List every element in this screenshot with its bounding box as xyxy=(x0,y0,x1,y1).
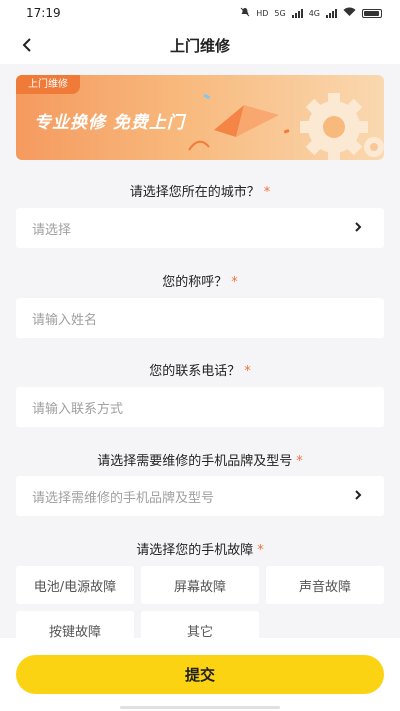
phone-placeholder: 请输入联系方式 xyxy=(32,401,124,417)
name-label: 您的称呼？ * xyxy=(162,275,238,290)
fault-option-keys[interactable]: 按键故障 xyxy=(16,611,134,638)
model-label: 请选择需要维修的手机品牌及型号 * xyxy=(97,454,303,469)
status-icons: HD 5G 4G xyxy=(240,7,382,19)
banner-tag: 上门维修 xyxy=(16,75,80,94)
nav-bar: 上门维修 xyxy=(0,26,400,64)
status-time: 17:19 xyxy=(26,6,61,20)
city-label: 请选择您所在的城市？ * xyxy=(129,185,271,200)
home-indicator[interactable] xyxy=(120,706,280,709)
required-mark: * xyxy=(296,454,303,469)
status-bar: 17:19 HD 5G 4G xyxy=(0,0,400,26)
name-placeholder: 请输入姓名 xyxy=(32,312,98,328)
signal-icon xyxy=(291,8,303,18)
chevron-right-icon xyxy=(355,490,362,500)
chevron-left-icon xyxy=(22,38,31,52)
fault-label: 请选择您的手机故障 * xyxy=(136,543,264,558)
fault-option-other[interactable]: 其它 xyxy=(141,611,259,638)
4g-indicator: 4G xyxy=(308,8,320,18)
name-input[interactable]: 请输入姓名 xyxy=(16,298,384,338)
mute-icon xyxy=(240,7,250,19)
bottom-bar: 提交 xyxy=(0,638,400,711)
model-placeholder: 请选择需维修的手机品牌及型号 xyxy=(32,490,215,506)
promo-banner: 上门维修 专业换修 免费上门 xyxy=(16,75,384,160)
required-mark: * xyxy=(231,275,238,290)
city-placeholder: 请选择 xyxy=(32,222,72,238)
fault-option-sound[interactable]: 声音故障 xyxy=(266,566,384,604)
wifi-icon xyxy=(343,7,356,19)
fault-option-battery[interactable]: 电池/电源故障 xyxy=(16,566,134,604)
required-mark: * xyxy=(257,543,264,558)
required-mark: * xyxy=(244,364,251,379)
back-button[interactable] xyxy=(14,32,40,58)
phone-label: 您的联系电话？ * xyxy=(149,364,251,379)
signal-icon-2 xyxy=(326,8,337,18)
5g-indicator: 5G xyxy=(274,8,286,18)
banner-slogan: 专业换修 免费上门 xyxy=(34,113,185,133)
hd-indicator: HD xyxy=(256,8,269,18)
fault-option-screen[interactable]: 屏幕故障 xyxy=(141,566,259,604)
phone-input[interactable]: 请输入联系方式 xyxy=(16,387,384,427)
city-select[interactable]: 请选择 xyxy=(16,208,384,248)
page-title: 上门维修 xyxy=(169,36,230,55)
required-mark: * xyxy=(263,185,271,200)
battery-icon xyxy=(362,8,382,18)
gear-icon xyxy=(188,93,384,160)
form-content[interactable]: 上门维修 专业换修 免费上门 请选择您所在的城市？ * 请选择 您的称呼？ * 请输… xyxy=(0,64,400,638)
chevron-right-icon xyxy=(355,222,362,232)
submit-button[interactable]: 提交 xyxy=(16,655,384,694)
model-select[interactable]: 请选择需维修的手机品牌及型号 xyxy=(16,476,384,516)
